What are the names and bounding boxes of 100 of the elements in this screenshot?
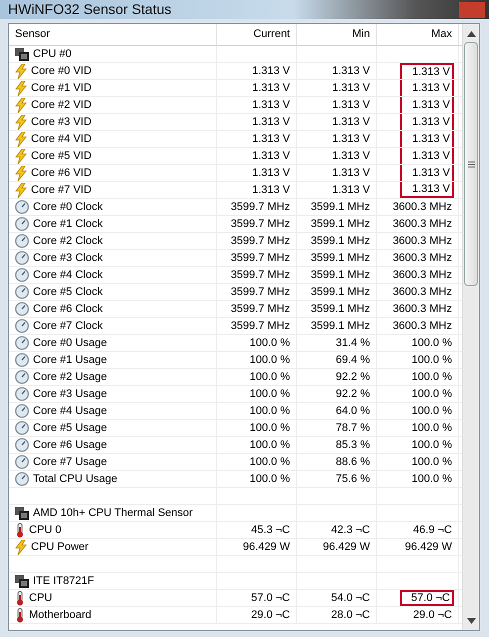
sensor-name: Core #7 VID: [31, 182, 92, 198]
current-value: 1.313 V: [252, 98, 290, 113]
gauge-icon: [15, 302, 29, 316]
gauge-icon: [15, 268, 29, 282]
max-value: 3600.3 MHz: [392, 216, 453, 232]
max-value: 100.0 %: [412, 404, 453, 419]
min-value: 92.2 %: [336, 370, 370, 385]
highlighted-max-value: 1.313 V: [400, 182, 454, 198]
sensor-name: Core #3 Clock: [33, 250, 103, 266]
sensor-name: Core #4 Usage: [33, 404, 107, 419]
gauge-icon: [15, 336, 29, 350]
gauge-icon: [15, 370, 29, 384]
max-value: 100.0 %: [412, 386, 453, 402]
sensor-name: Core #0 VID: [31, 64, 92, 79]
gauge-icon: [15, 217, 29, 231]
current-value: 3599.7 MHz: [230, 234, 290, 249]
sensor-name: Core #7 Clock: [33, 318, 103, 334]
min-value: 3599.1 MHz: [310, 200, 370, 215]
column-header[interactable]: Sensor: [9, 24, 217, 45]
column-header[interactable]: Current: [217, 24, 297, 45]
lightning-icon: [15, 64, 27, 78]
min-value: 3599.1 MHz: [310, 302, 370, 317]
min-value: 1.313 V: [332, 182, 370, 198]
current-value: 100.0 %: [250, 472, 290, 487]
sensor-name: CPU: [29, 590, 52, 606]
current-value: 3599.7 MHz: [230, 200, 290, 215]
current-value: 3599.7 MHz: [230, 216, 290, 232]
scrollbar-thumb[interactable]: [464, 42, 478, 286]
sensor-name: Core #5 Clock: [33, 284, 103, 300]
highlighted-max-value: 1.313 V: [400, 114, 454, 130]
min-value: 96.429 W: [322, 540, 370, 555]
max-value: 46.9 ¬C: [413, 522, 453, 538]
max-value: 100.0 %: [412, 472, 453, 487]
sensor-name: Core #1 Clock: [33, 216, 103, 232]
gauge-icon: [15, 319, 29, 333]
scroll-up-icon[interactable]: [466, 31, 476, 37]
min-value: 3599.1 MHz: [310, 250, 370, 266]
min-value: 78.7 %: [336, 420, 370, 436]
min-value: 64.0 %: [336, 404, 370, 419]
lightning-icon: [15, 182, 27, 198]
lightning-icon: [15, 114, 27, 130]
column-header[interactable]: Max: [377, 24, 459, 45]
column-header[interactable]: Min: [297, 24, 377, 45]
max-value: 3600.3 MHz: [392, 268, 453, 283]
max-value: 29.0 ¬C: [413, 608, 453, 623]
current-value: 1.313 V: [252, 114, 290, 130]
sensor-name: CPU 0: [29, 522, 62, 538]
current-value: 1.313 V: [252, 166, 290, 181]
min-value: 3599.1 MHz: [310, 318, 370, 334]
min-value: 3599.1 MHz: [310, 234, 370, 249]
current-value: 100.0 %: [250, 438, 290, 453]
current-value: 3599.7 MHz: [230, 318, 290, 334]
current-value: 1.313 V: [252, 182, 290, 198]
max-value: 3600.3 MHz: [392, 318, 453, 334]
gauge-icon: [15, 251, 29, 265]
lightning-icon: [15, 166, 27, 180]
sensor-name: Core #2 Usage: [33, 370, 107, 385]
sensor-name: CPU Power: [31, 540, 88, 555]
sensor-group-name: ITE IT8721F: [33, 574, 94, 589]
max-value: 96.429 W: [404, 540, 453, 555]
sensor-name: Core #0 Usage: [33, 336, 107, 351]
gauge-icon: [15, 421, 29, 435]
scrollbar[interactable]: [462, 24, 479, 630]
scroll-down-icon[interactable]: [466, 618, 476, 624]
current-value: 100.0 %: [250, 404, 290, 419]
max-value: 100.0 %: [412, 336, 453, 351]
max-value: 100.0 %: [412, 420, 453, 436]
min-value: 88.6 %: [336, 454, 370, 470]
current-value: 100.0 %: [250, 370, 290, 385]
sensor-name: Total CPU Usage: [33, 472, 118, 487]
highlighted-max-value: 57.0 ¬C: [400, 590, 454, 606]
lightning-icon: [15, 98, 27, 112]
min-value: 3599.1 MHz: [310, 268, 370, 283]
gauge-icon: [15, 200, 29, 214]
min-value: 85.3 %: [336, 438, 370, 453]
highlighted-max-value: 1.313 V: [400, 63, 454, 79]
current-value: 29.0 ¬C: [251, 608, 290, 623]
close-button[interactable]: [459, 2, 485, 18]
highlighted-max-value: 1.313 V: [400, 148, 454, 164]
sensor-name: Core #1 Usage: [33, 352, 107, 368]
current-value: 100.0 %: [250, 454, 290, 470]
current-value: 100.0 %: [250, 352, 290, 368]
current-value: 1.313 V: [252, 148, 290, 164]
lightning-icon: [15, 540, 27, 554]
sensor-name: Core #6 Clock: [33, 302, 103, 317]
min-value: 1.313 V: [332, 166, 370, 181]
min-value: 1.313 V: [332, 98, 370, 113]
sensor-name: Core #6 Usage: [33, 438, 107, 453]
lightning-icon: [15, 132, 27, 146]
max-value: 100.0 %: [412, 370, 453, 385]
current-value: 3599.7 MHz: [230, 268, 290, 283]
current-value: 57.0 ¬C: [251, 590, 290, 606]
max-value: 3600.3 MHz: [392, 284, 453, 300]
sensor-name: Core #3 Usage: [33, 386, 107, 402]
sensor-name: Core #5 Usage: [33, 420, 107, 436]
min-value: 31.4 %: [336, 336, 370, 351]
gauge-icon: [15, 387, 29, 401]
min-value: 3599.1 MHz: [310, 284, 370, 300]
min-value: 75.6 %: [336, 472, 370, 487]
max-value: 100.0 %: [412, 352, 453, 368]
